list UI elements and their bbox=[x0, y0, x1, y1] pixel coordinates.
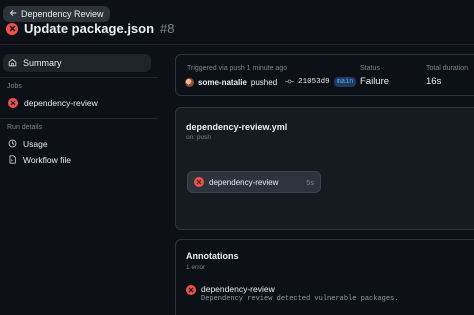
annotations-title: Annotations bbox=[186, 251, 239, 261]
sidebar-item-label: Workflow file bbox=[23, 155, 72, 165]
file-icon bbox=[8, 154, 17, 166]
header-divider bbox=[0, 44, 474, 45]
status-value: Failure bbox=[360, 76, 390, 87]
failure-x-circle-icon bbox=[8, 98, 18, 108]
annotations-card: Annotations 1 error dependency-review De… bbox=[175, 239, 474, 315]
annotations-count: 1 error bbox=[186, 264, 206, 271]
run-details-heading: Run details bbox=[7, 124, 43, 131]
failure-x-circle-icon bbox=[194, 177, 204, 187]
back-link-label: Dependency Review bbox=[21, 9, 104, 19]
arrow-left-icon bbox=[9, 9, 17, 19]
sidebar-item-dependency-review[interactable]: dependency-review bbox=[3, 95, 151, 111]
sidebar-item-usage[interactable]: Usage bbox=[3, 136, 151, 152]
commit-icon bbox=[285, 78, 295, 87]
failure-x-circle-icon bbox=[6, 22, 18, 35]
trigger-action: pushed bbox=[250, 77, 278, 87]
workflow-trigger: on: push bbox=[186, 134, 211, 141]
branch-badge[interactable]: main bbox=[333, 77, 357, 87]
actor-link[interactable]: some-natalie bbox=[198, 78, 247, 87]
back-link[interactable]: Dependency Review bbox=[3, 6, 110, 22]
annotation-title-link[interactable]: dependency-review bbox=[201, 284, 275, 294]
workflow-file-name: dependency-review.yml bbox=[186, 122, 288, 132]
sidebar-item-label: dependency-review bbox=[24, 98, 98, 108]
page-title: Update package.json #8 bbox=[6, 21, 175, 36]
job-node-duration: 5s bbox=[306, 177, 314, 187]
job-node-label: dependency-review bbox=[209, 177, 279, 187]
trigger-details: some-natalie pushed 21053d9 main bbox=[185, 77, 357, 87]
trigger-label: Triggered via push 1 minute ago bbox=[187, 65, 288, 72]
sidebar-item-workflow-file[interactable]: Workflow file bbox=[3, 152, 151, 168]
duration-label: Total duration bbox=[426, 65, 469, 72]
run-summary-card: Triggered via push 1 minute ago some-nat… bbox=[175, 54, 474, 96]
clock-icon bbox=[8, 139, 17, 150]
sidebar-divider bbox=[0, 118, 158, 119]
failure-x-circle-icon bbox=[186, 285, 196, 295]
job-node-dependency-review[interactable]: dependency-review 5s bbox=[187, 171, 321, 193]
sidebar-item-summary[interactable]: Summary bbox=[3, 54, 151, 72]
home-icon bbox=[8, 58, 17, 69]
sidebar-item-label: Usage bbox=[23, 139, 48, 149]
duration-value: 16s bbox=[426, 76, 442, 87]
sidebar-item-label: Summary bbox=[23, 58, 62, 68]
jobs-heading: Jobs bbox=[7, 83, 22, 90]
commit-sha-link[interactable]: 21053d9 bbox=[298, 78, 330, 86]
run-title: Update package.json bbox=[24, 21, 155, 36]
status-label: Status bbox=[360, 65, 380, 72]
sidebar-divider bbox=[0, 77, 158, 78]
run-number: #8 bbox=[160, 21, 175, 36]
avatar[interactable] bbox=[185, 77, 194, 87]
workflow-graph-card: dependency-review.yml on: push dependenc… bbox=[175, 107, 474, 230]
annotation-message: Dependency review detected vulnerable pa… bbox=[201, 295, 399, 303]
